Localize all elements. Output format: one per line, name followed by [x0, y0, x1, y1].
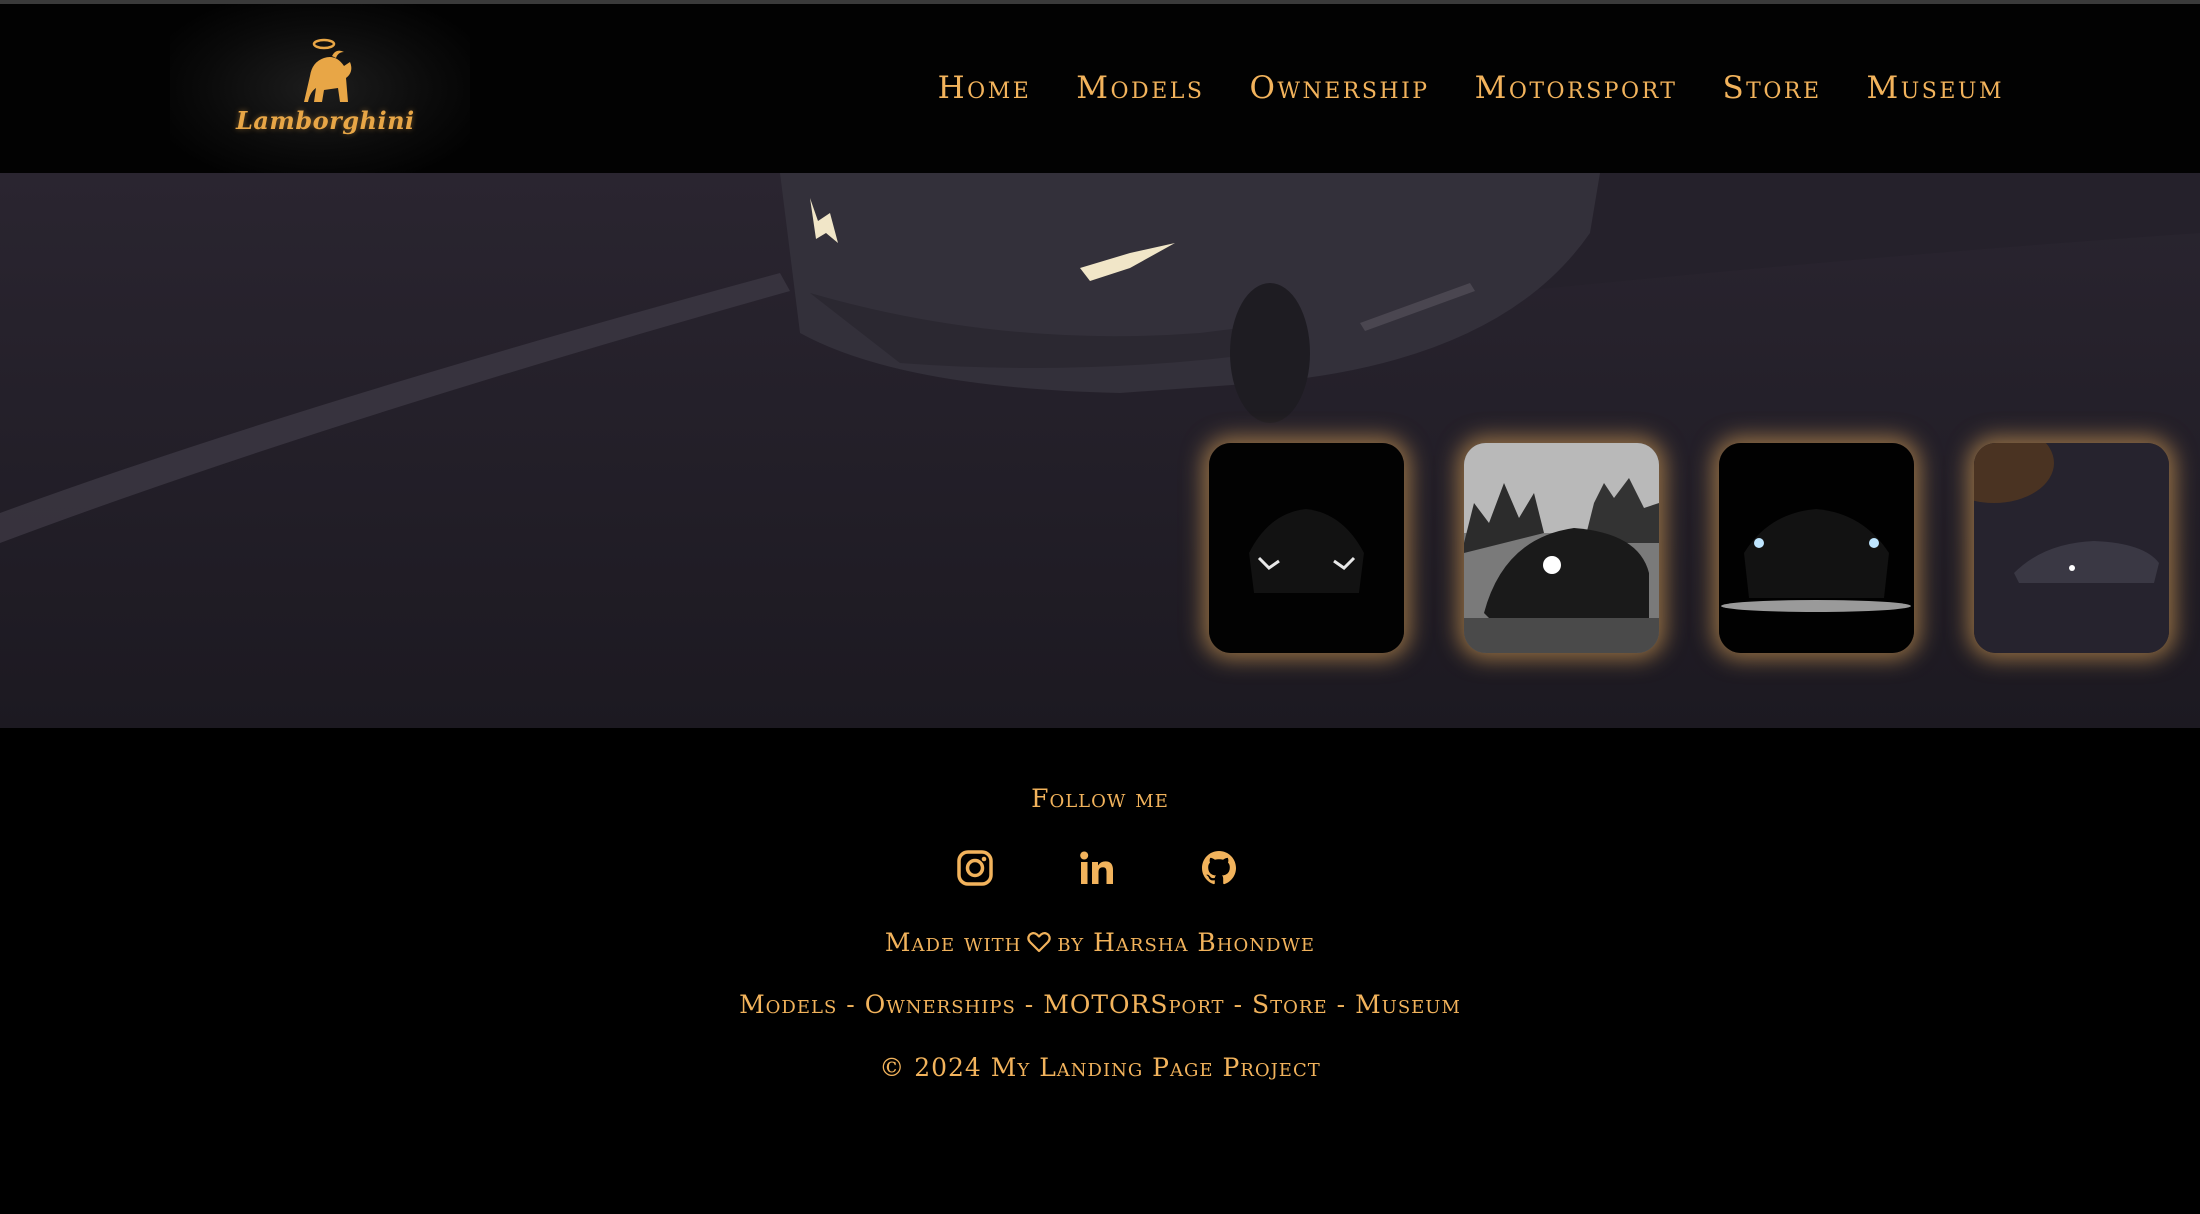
- nav-item-models[interactable]: Models: [1076, 70, 1204, 106]
- footer-link-museum[interactable]: Museum: [1355, 990, 1461, 1019]
- nav-item-store[interactable]: Store: [1722, 70, 1821, 106]
- heart-icon: [1027, 930, 1052, 959]
- brand-logo-text: Lamborghini: [236, 106, 415, 135]
- instagram-icon[interactable]: [955, 848, 995, 888]
- footer-link-models[interactable]: Models: [739, 990, 837, 1019]
- footer-link-separator: -: [846, 990, 856, 1019]
- thumbnail-image-4: [1974, 443, 2169, 653]
- hero-section: [0, 173, 2200, 728]
- thumbnail-image-2: [1464, 443, 1659, 653]
- github-icon[interactable]: [1199, 848, 1239, 888]
- nav-item-museum[interactable]: Museum: [1867, 70, 2004, 106]
- site-footer: Follow me Made withby Harsha Bhondwe Mo: [0, 728, 2200, 1214]
- copyright-text: © 2024 My Landing Page Project: [879, 1053, 1321, 1082]
- thumbnail-car-4[interactable]: [1974, 443, 2169, 653]
- bull-shield-icon: [304, 38, 352, 102]
- nav-item-home[interactable]: Home: [938, 70, 1032, 106]
- made-suffix: by Harsha Bhondwe: [1057, 928, 1316, 957]
- footer-link-separator: -: [1233, 990, 1244, 1019]
- footer-links: Models - Ownerships - MOTORSport - Store - Museu…: [0, 990, 2200, 1019]
- footer-link-separator: -: [1024, 990, 1035, 1019]
- thumbnail-image-3: [1719, 443, 1914, 653]
- made-with-credit: Made with by Harsha Bhondwe: [0, 928, 2200, 959]
- thumbnail-image-1: [1209, 443, 1404, 653]
- main-nav: Home Models Ownership Motorsport Store M…: [938, 70, 2004, 106]
- footer-link-ownerships[interactable]: Ownerships: [865, 990, 1016, 1019]
- nav-item-ownership[interactable]: Ownership: [1249, 70, 1429, 106]
- made-prefix: Made with: [884, 928, 1022, 957]
- thumbnail-car-3[interactable]: [1719, 443, 1914, 653]
- linkedin-icon[interactable]: [1077, 848, 1117, 888]
- follow-heading: Follow me: [1031, 784, 1169, 813]
- brand-logo[interactable]: Lamborghini: [170, 4, 470, 173]
- thumbnail-car-2[interactable]: [1464, 443, 1659, 653]
- footer-link-separator: -: [1336, 990, 1347, 1019]
- nav-item-motorsport[interactable]: Motorsport: [1475, 70, 1678, 106]
- footer-link-store[interactable]: Store: [1252, 990, 1328, 1019]
- thumbnail-car-1[interactable]: [1209, 443, 1404, 653]
- site-header: Lamborghini Home Models Ownership Motors…: [0, 4, 2200, 173]
- footer-link-motorsport[interactable]: MOTORSport: [1043, 990, 1224, 1019]
- social-links: [955, 848, 1239, 888]
